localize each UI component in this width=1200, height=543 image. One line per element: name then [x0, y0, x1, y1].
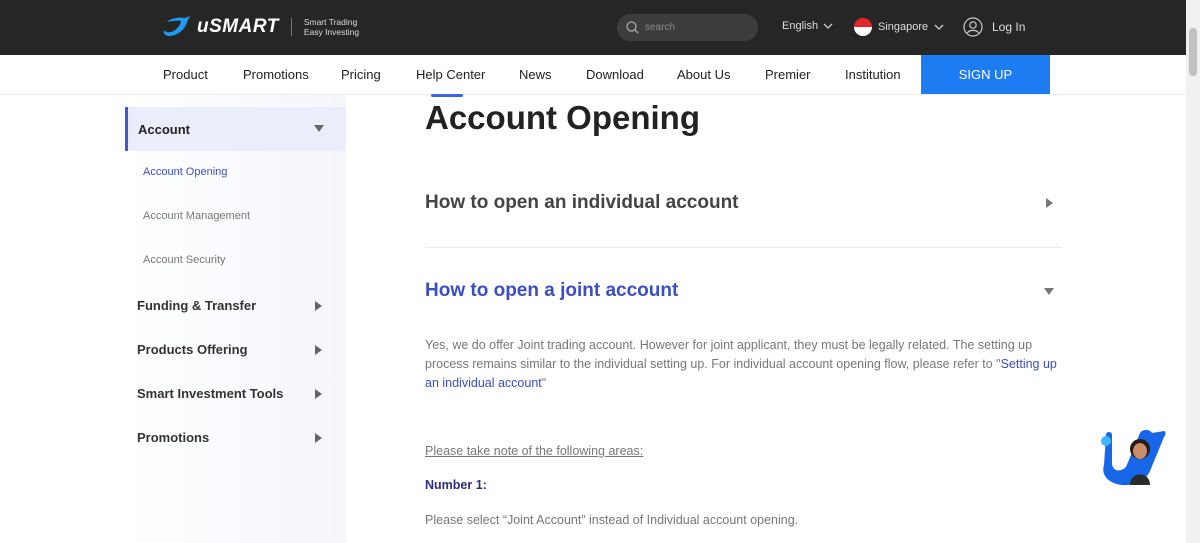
singapore-flag-icon — [854, 18, 872, 36]
logo[interactable]: uSMART Smart Trading Easy Investing — [163, 15, 359, 39]
chevron-down-icon — [823, 23, 833, 29]
nav-about-us[interactable]: About Us — [677, 67, 730, 82]
sidebar-category-promotions[interactable]: Promotions — [137, 430, 334, 445]
number-label: Number 1: — [425, 478, 487, 492]
faq-question-individual[interactable]: How to open an individual account — [425, 192, 739, 214]
sidebar-category-label: Products Offering — [137, 342, 248, 357]
faq-question-joint[interactable]: How to open a joint account — [425, 280, 678, 302]
caret-right-icon — [315, 433, 322, 443]
tagline-line-2: Easy Investing — [303, 27, 360, 37]
help-sidebar: Account Account Opening Account Manageme… — [125, 95, 346, 543]
main-nav: Product Promotions Pricing Help Center N… — [0, 55, 1200, 97]
nav-download[interactable]: Download — [586, 67, 644, 82]
sidebar-category-label: Smart Investment Tools — [137, 386, 284, 401]
page-title: Account Opening — [425, 99, 700, 136]
login-button[interactable]: Log In — [963, 17, 1025, 37]
search-box[interactable] — [617, 14, 758, 41]
sidebar-category-label: Funding & Transfer — [137, 298, 257, 313]
caret-right-icon — [315, 301, 322, 311]
sidebar-section-label: Account — [138, 121, 190, 137]
usmart-logo-icon — [163, 16, 190, 36]
language-label: English — [782, 20, 819, 32]
region-label: Singapore — [878, 21, 929, 33]
caret-right-icon — [315, 345, 322, 355]
caret-down-icon — [314, 125, 324, 132]
number-text: Please select “Joint Account” instead of… — [425, 513, 799, 527]
nav-premier[interactable]: Premier — [765, 67, 811, 82]
search-input[interactable] — [645, 22, 745, 33]
brand-name: uSMART — [197, 16, 279, 37]
sidebar-category-label: Promotions — [137, 430, 210, 445]
caret-right-icon — [315, 389, 322, 399]
answer-text: Yes, we do offer Joint trading account. … — [425, 338, 1033, 371]
user-icon — [963, 17, 983, 37]
faq-answer: Yes, we do offer Joint trading account. … — [425, 336, 1065, 393]
sidebar-category-funding-transfer[interactable]: Funding & Transfer — [137, 298, 334, 313]
nav-promotions[interactable]: Promotions — [243, 67, 309, 82]
nav-help-center[interactable]: Help Center — [416, 67, 485, 97]
sidebar-item-account-management[interactable]: Account Management — [143, 210, 250, 222]
note-heading: Please take note of the following areas: — [425, 444, 644, 458]
scrollbar-thumb[interactable] — [1189, 28, 1197, 76]
sidebar-item-account-security[interactable]: Account Security — [143, 254, 226, 266]
login-label: Log In — [992, 20, 1026, 34]
answer-end: " — [541, 376, 547, 390]
caret-right-icon[interactable] — [1046, 198, 1053, 208]
sidebar-category-smart-investment-tools[interactable]: Smart Investment Tools — [137, 386, 334, 401]
nav-news[interactable]: News — [519, 67, 552, 82]
faq-divider — [425, 247, 1062, 248]
top-bar: uSMART Smart Trading Easy Investing Engl… — [0, 0, 1200, 55]
page-scrollbar[interactable] — [1186, 0, 1200, 543]
chevron-down-icon — [934, 24, 944, 30]
chat-assistant-widget[interactable] — [1100, 427, 1166, 487]
sidebar-item-account-opening[interactable]: Account Opening — [143, 166, 227, 178]
sidebar-section-account[interactable]: Account — [125, 107, 346, 151]
sidebar-category-products-offering[interactable]: Products Offering — [137, 342, 334, 357]
region-selector[interactable]: Singapore — [854, 18, 944, 36]
language-selector[interactable]: English — [782, 20, 833, 32]
caret-down-icon[interactable] — [1044, 288, 1054, 295]
chat-assistant-icon — [1101, 430, 1166, 486]
nav-institution[interactable]: Institution — [845, 67, 901, 82]
signup-button[interactable]: SIGN UP — [921, 55, 1050, 94]
search-icon — [626, 21, 639, 34]
nav-product[interactable]: Product — [163, 67, 208, 82]
tagline-line-1: Smart Trading — [303, 17, 358, 27]
brand-tagline: Smart Trading Easy Investing — [304, 17, 359, 37]
logo-divider — [290, 18, 292, 36]
nav-pricing[interactable]: Pricing — [341, 67, 381, 82]
